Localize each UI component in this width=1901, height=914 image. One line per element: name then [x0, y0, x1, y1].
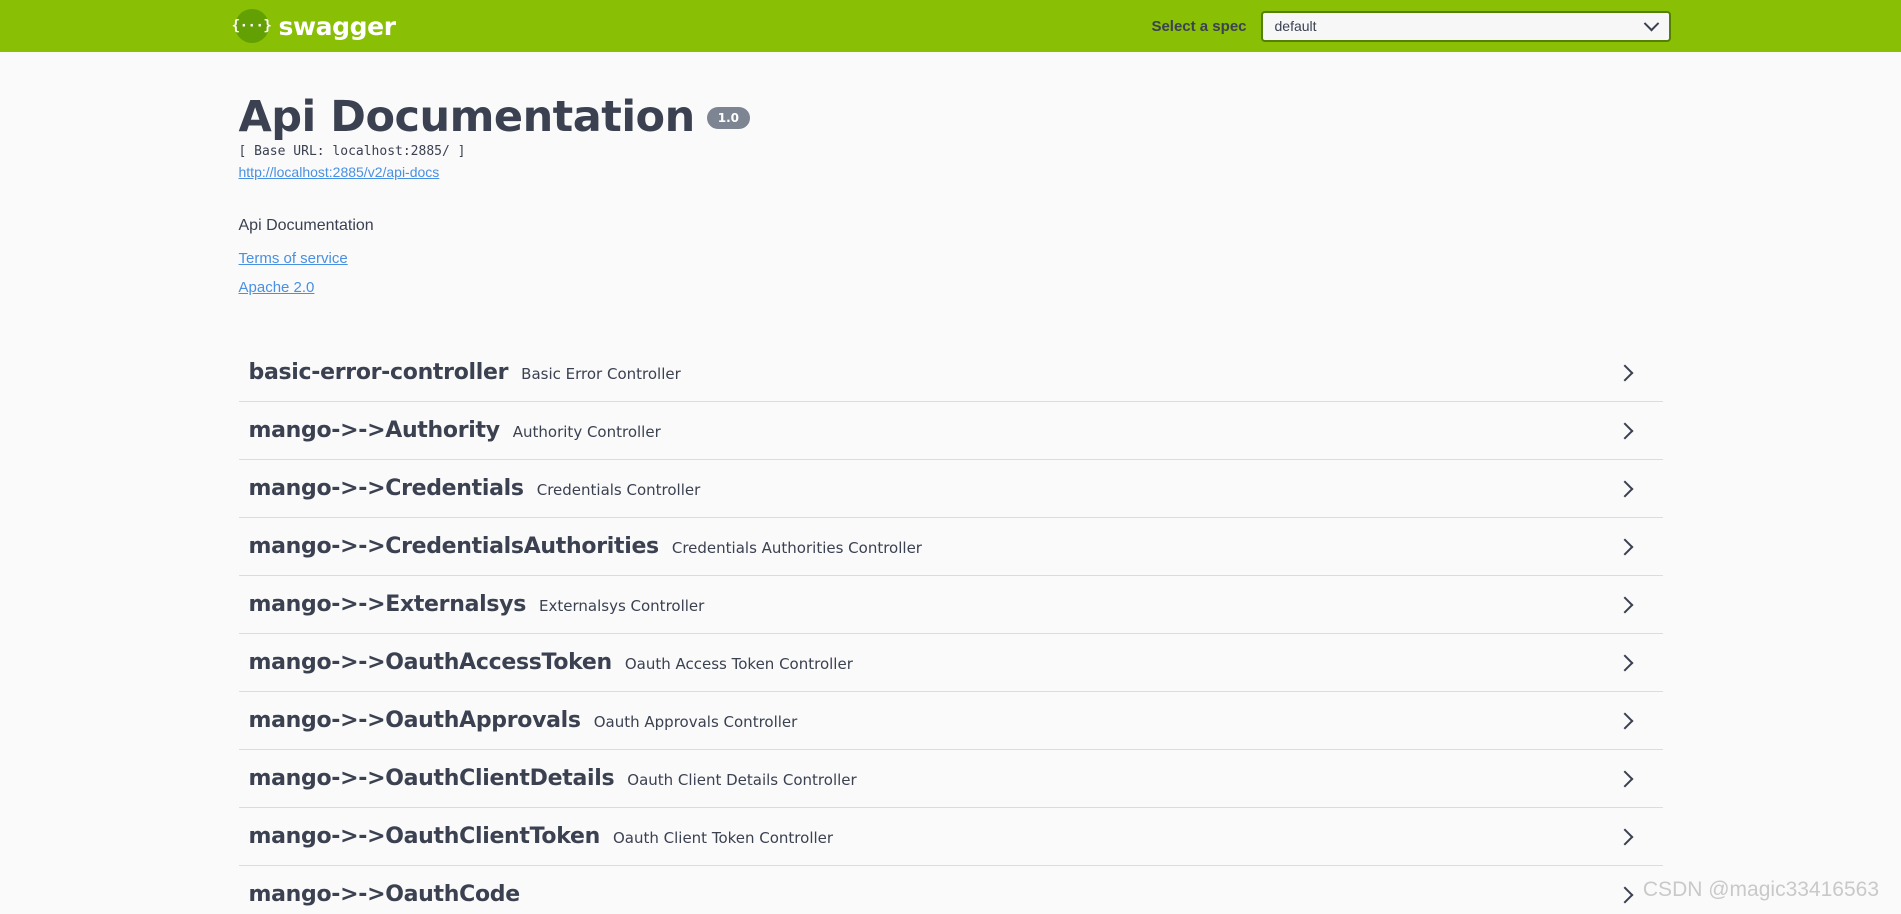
tag-row-label-group: mango->->OauthClientDetails Oauth Client… [249, 766, 857, 791]
api-title-row: Api Documentation 1.0 [238, 92, 1671, 142]
spec-select-value: default [1274, 18, 1317, 34]
swagger-braces-icon: {···} [231, 9, 272, 43]
tag-row-label-group: basic-error-controller Basic Error Contr… [249, 360, 681, 385]
tag-name: mango->->CredentialsAuthorities [248, 534, 660, 560]
tag-name: mango->->OauthAccessToken [248, 650, 613, 676]
tag-row-oauth-client-details[interactable]: mango->->OauthClientDetails Oauth Client… [238, 750, 1663, 809]
tag-row-basic-error-controller[interactable]: basic-error-controller Basic Error Contr… [238, 344, 1663, 403]
tag-row-label-group: mango->->OauthCode [249, 882, 533, 907]
tag-name: basic-error-controller [248, 360, 509, 386]
swagger-logo-text: swagger [278, 11, 397, 41]
spec-selector: Select a spec default [1151, 10, 1671, 42]
tag-name: mango->->Credentials [248, 476, 525, 502]
tag-name: mango->->OauthClientToken [248, 824, 601, 850]
tag-description: Credentials Authorities Controller [671, 539, 922, 558]
tag-row-credentials-authorities[interactable]: mango->->CredentialsAuthorities Credenti… [238, 518, 1663, 577]
base-url-text: [ Base URL: localhost:2885/ ] [238, 144, 466, 160]
swagger-logo-link[interactable]: {···} swagger [231, 9, 397, 43]
tag-description: Oauth Client Token Controller [612, 829, 834, 848]
tag-row-oauth-client-token[interactable]: mango->->OauthClientToken Oauth Client T… [238, 808, 1663, 867]
tag-description: Credentials Controller [536, 481, 701, 500]
api-info-block: Api Documentation 1.0 [ Base URL: localh… [231, 52, 1671, 296]
tag-name: mango->->Authority [248, 418, 501, 444]
main-content: Api Documentation 1.0 [ Base URL: localh… [231, 52, 1671, 914]
license-link[interactable]: Apache 2.0 [239, 279, 1671, 296]
tag-row-label-group: mango->->Credentials Credentials Control… [249, 476, 701, 501]
tag-name: mango->->OauthApprovals [248, 708, 582, 734]
tag-name: mango->->OauthCode [248, 882, 521, 908]
tag-row-oauth-code[interactable]: mango->->OauthCode [239, 866, 1663, 914]
chevron-down-icon [1643, 15, 1659, 31]
spec-select[interactable]: default [1260, 10, 1671, 42]
tag-list: basic-error-controller Basic Error Contr… [231, 344, 1671, 914]
api-docs-link[interactable]: http://localhost:2885/v2/api-docs [239, 164, 440, 180]
swagger-logo-glyph: {···} [231, 18, 272, 34]
chevron-right-icon[interactable] [1616, 364, 1633, 382]
chevron-right-icon[interactable] [1616, 654, 1633, 672]
watermark: CSDN @magic33416563 [1642, 878, 1879, 901]
version-badge: 1.0 [706, 107, 750, 129]
chevron-right-icon[interactable] [1616, 480, 1633, 498]
tag-row-label-group: mango->->CredentialsAuthorities Credenti… [249, 534, 922, 559]
chevron-right-icon[interactable] [1616, 596, 1633, 614]
top-bar-inner: {···} swagger Select a spec default [231, 0, 1671, 52]
tag-row-label-group: mango->->Externalsys Externalsys Control… [249, 592, 705, 617]
tag-description: Authority Controller [512, 423, 661, 442]
spec-selector-label: Select a spec [1151, 17, 1247, 35]
tag-description: Externalsys Controller [539, 597, 705, 616]
tag-row-oauth-access-token[interactable]: mango->->OauthAccessToken Oauth Access T… [238, 634, 1663, 693]
tag-row-credentials[interactable]: mango->->Credentials Credentials Control… [238, 460, 1663, 519]
chevron-right-icon[interactable] [1616, 422, 1633, 440]
tag-row-label-group: mango->->OauthClientToken Oauth Client T… [249, 824, 834, 849]
tag-description: Oauth Approvals Controller [593, 713, 798, 732]
tag-row-oauth-approvals[interactable]: mango->->OauthApprovals Oauth Approvals … [238, 692, 1663, 751]
chevron-right-icon[interactable] [1616, 538, 1633, 556]
tag-row-label-group: mango->->OauthApprovals Oauth Approvals … [249, 708, 798, 733]
tag-row-externalsys[interactable]: mango->->Externalsys Externalsys Control… [238, 576, 1663, 635]
tag-description: Basic Error Controller [521, 365, 681, 384]
tag-description: Oauth Access Token Controller [624, 655, 853, 674]
chevron-right-icon[interactable] [1616, 828, 1633, 846]
tag-row-label-group: mango->->OauthAccessToken Oauth Access T… [249, 650, 853, 675]
page-title: Api Documentation [238, 92, 696, 142]
tag-row-label-group: mango->->Authority Authority Controller [249, 418, 661, 443]
tag-row-authority[interactable]: mango->->Authority Authority Controller [238, 402, 1663, 461]
chevron-right-icon[interactable] [1616, 712, 1633, 730]
tag-name: mango->->Externalsys [248, 592, 527, 618]
chevron-right-icon[interactable] [1616, 770, 1633, 788]
api-description: Api Documentation [238, 217, 374, 235]
tag-name: mango->->OauthClientDetails [248, 766, 615, 792]
tag-description: Oauth Client Details Controller [627, 771, 857, 790]
terms-of-service-link[interactable]: Terms of service [239, 250, 1671, 267]
top-bar: {···} swagger Select a spec default [0, 0, 1901, 52]
chevron-right-icon[interactable] [1616, 886, 1633, 904]
